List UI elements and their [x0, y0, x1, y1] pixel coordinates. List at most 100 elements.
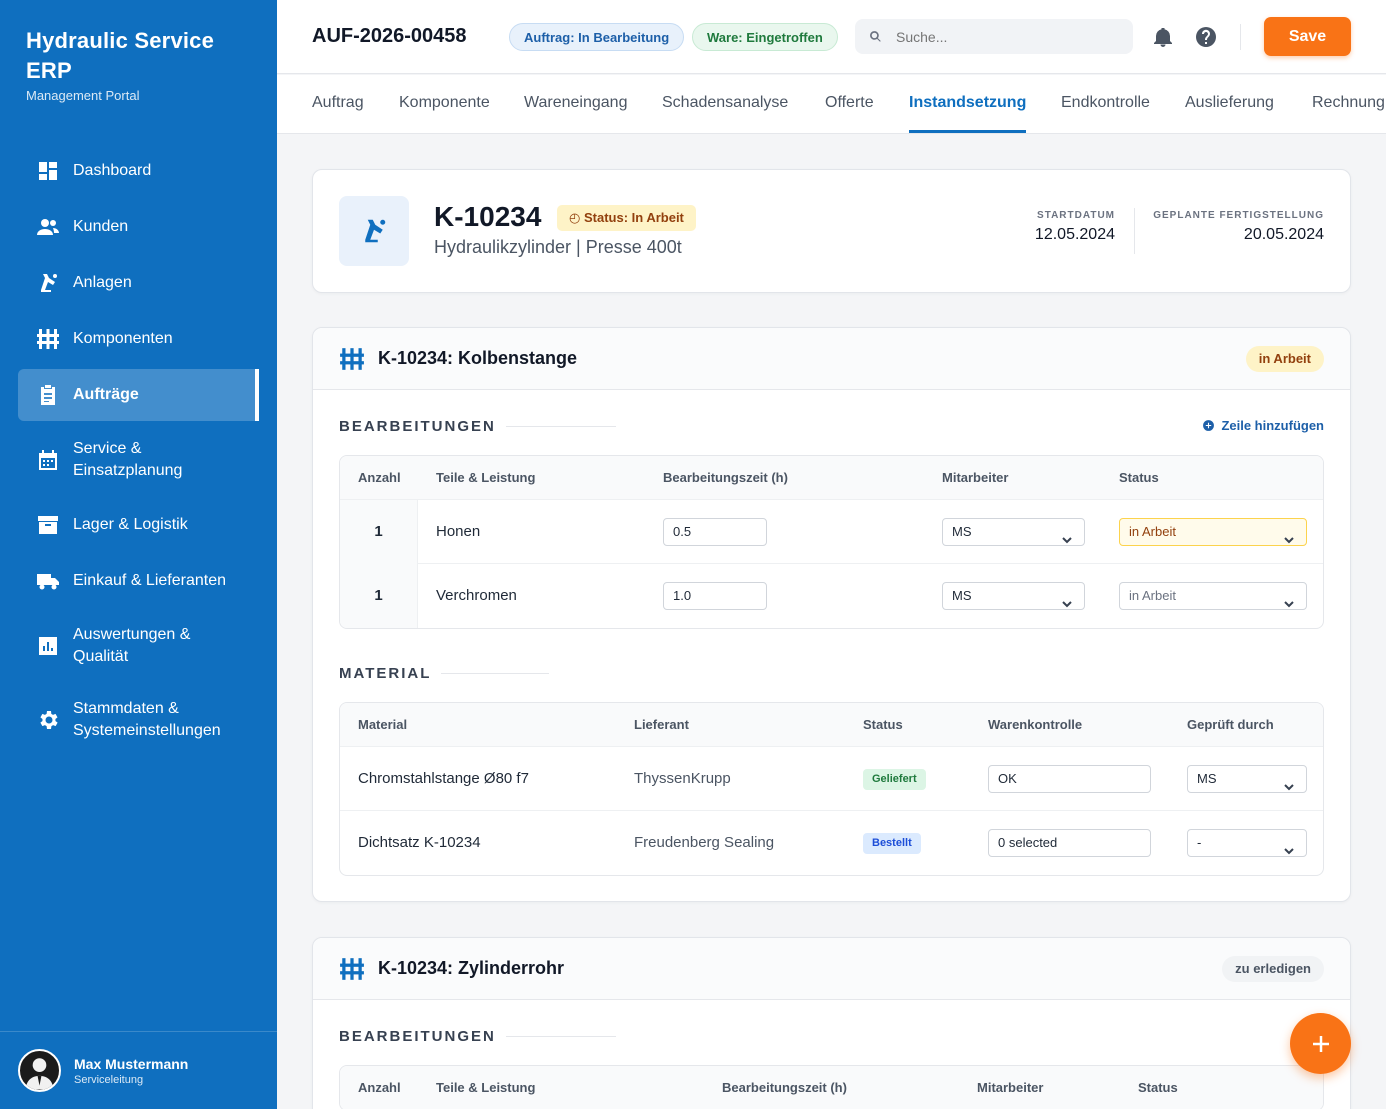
person-icon: [25, 1058, 54, 1090]
sidebar-nav: Dashboard Kunden Anlagen Komponenten Auf…: [18, 145, 259, 759]
save-button[interactable]: Save: [1264, 17, 1351, 56]
employee-select[interactable]: MS: [942, 518, 1085, 546]
column-header: Status: [863, 717, 903, 732]
column-header: Teile & Leistung: [436, 1080, 536, 1095]
tab-auslieferung[interactable]: Auslieferung: [1185, 75, 1274, 133]
sidebar-item-auswertungen[interactable]: Auswertungen & Qualität: [18, 611, 259, 681]
heading-line: [441, 673, 550, 674]
components-icon: [35, 326, 61, 352]
sidebar: Hydraulic Service ERP Management Portal …: [0, 0, 277, 1109]
work-table: Anzahl Teile & Leistung Bearbeitungszeit…: [339, 1065, 1324, 1109]
chevron-down-icon: [1284, 592, 1294, 608]
column-header: Warenkontrolle: [988, 717, 1083, 732]
sidebar-item-auftraege[interactable]: Aufträge: [18, 369, 259, 421]
order-id: AUF-2026-00458: [312, 25, 467, 47]
component-description: Hydraulikzylinder | Presse 400t: [434, 237, 682, 257]
components-icon: [339, 346, 365, 372]
table-row: Dichtsatz K-10234 Freudenberg Sealing Be…: [340, 811, 1323, 875]
heading-line: [505, 426, 616, 427]
section-zylinderrohr: K-10234: Zylinderrohr zu erledigen BEARB…: [312, 937, 1351, 1109]
section-status-badge: in Arbeit: [1245, 346, 1324, 372]
tab-rechnung[interactable]: Rechnung: [1312, 75, 1385, 133]
chevron-down-icon: [1284, 528, 1294, 544]
checked-by-value: -: [1197, 835, 1202, 850]
components-icon: [339, 956, 365, 982]
work-heading: BEARBEITUNGEN: [339, 418, 616, 435]
sidebar-item-einkauf[interactable]: Einkauf & Lieferanten: [18, 555, 259, 607]
column-header: Mitarbeiter: [977, 1080, 1044, 1095]
table-header: Material Lieferant Status Warenkontrolle…: [340, 703, 1323, 747]
section-title: K-10234: Kolbenstange: [378, 348, 578, 368]
employee-select-value: MS: [952, 588, 972, 603]
material-heading-text: MATERIAL: [339, 665, 432, 682]
status-select[interactable]: in Arbeit: [1119, 582, 1307, 610]
sidebar-item-service[interactable]: Service & Einsatzplanung: [18, 425, 259, 495]
status-select[interactable]: in Arbeit: [1119, 518, 1307, 546]
column-header: Bearbeitungszeit (h): [663, 470, 788, 485]
sidebar-item-komponenten[interactable]: Komponenten: [18, 313, 259, 365]
goods-check-input[interactable]: OK: [988, 765, 1151, 793]
column-header: Anzahl: [358, 470, 401, 485]
brand: Hydraulic Service ERP Management Portal: [26, 26, 256, 103]
chevron-down-icon: [1062, 592, 1072, 608]
dashboard-icon: [35, 158, 61, 184]
goods-check-input[interactable]: 0 selected: [988, 829, 1151, 857]
add-row-button[interactable]: Zeile hinzufügen: [1202, 418, 1324, 433]
robot-arm-icon: [339, 196, 409, 266]
supplier-cell: ThyssenKrupp: [634, 770, 731, 787]
sidebar-item-label: Komponenten: [73, 330, 173, 347]
sidebar-item-lager[interactable]: Lager & Logistik: [18, 499, 259, 551]
plus-icon: [1312, 1035, 1329, 1052]
start-date-value: 12.05.2024: [1034, 226, 1115, 243]
header-divider: [1240, 24, 1241, 50]
supplier-cell: Freudenberg Sealing: [634, 834, 775, 851]
user-profile[interactable]: Max Mustermann Serviceleitung: [0, 1031, 277, 1109]
gear-icon: [35, 707, 61, 733]
tab-offerte[interactable]: Offerte: [825, 75, 874, 133]
sidebar-item-stammdaten[interactable]: Stammdaten & Systemeinstellungen: [18, 685, 259, 755]
employee-select-value: MS: [952, 524, 972, 539]
truck-icon: [35, 568, 61, 594]
material-status-badge: Geliefert: [863, 769, 926, 790]
sidebar-item-dashboard[interactable]: Dashboard: [18, 145, 259, 197]
help-icon[interactable]: [1193, 24, 1219, 50]
robot-arm-icon: [35, 270, 61, 296]
search-box: [855, 19, 1133, 54]
column-header: Geprüft durch: [1187, 717, 1274, 732]
tab-instandsetzung[interactable]: Instandsetzung: [909, 75, 1027, 133]
date-divider: [1134, 208, 1135, 254]
component-status-text: Status: In Arbeit: [583, 210, 684, 225]
material-table: Material Lieferant Status Warenkontrolle…: [339, 702, 1324, 876]
app-subtitle: Management Portal: [26, 88, 140, 103]
work-heading-text: BEARBEITUNGEN: [339, 1028, 496, 1045]
sidebar-item-kunden[interactable]: Kunden: [18, 201, 259, 253]
section-kolbenstange: K-10234: Kolbenstange in Arbeit BEARBEIT…: [312, 327, 1351, 902]
table-row: 1 Verchromen 1.0 MS in Arbeit: [340, 564, 1323, 628]
work-heading-text: BEARBEITUNGEN: [339, 418, 496, 435]
search-icon: [870, 31, 881, 42]
add-fab-button[interactable]: [1290, 1013, 1351, 1074]
tab-endkontrolle[interactable]: Endkontrolle: [1061, 75, 1150, 133]
status-select-value: in Arbeit: [1129, 588, 1176, 603]
tab-komponente[interactable]: Komponente: [399, 75, 490, 133]
sidebar-item-label: Aufträge: [73, 386, 139, 403]
sidebar-item-anlagen[interactable]: Anlagen: [18, 257, 259, 309]
section-status-badge: zu erledigen: [1222, 956, 1324, 982]
tab-auftrag[interactable]: Auftrag: [312, 75, 364, 133]
hours-input[interactable]: 0.5: [663, 518, 767, 546]
hours-input[interactable]: 1.0: [663, 582, 767, 610]
sidebar-item-label: Lager & Logistik: [73, 516, 188, 533]
start-date-label: STARTDATUM: [1037, 210, 1115, 221]
search-input[interactable]: [896, 28, 1116, 45]
tab-schadensanalyse[interactable]: Schadensanalyse: [662, 75, 788, 133]
section-header: K-10234: Kolbenstange in Arbeit: [313, 328, 1350, 390]
component-status-badge: ◴ Status: In Arbeit: [557, 205, 696, 231]
bell-icon[interactable]: [1150, 24, 1176, 50]
top-header: AUF-2026-00458 Auftrag: In Bearbeitung W…: [277, 0, 1386, 74]
checked-by-select[interactable]: -: [1187, 829, 1307, 857]
section-title: K-10234: Zylinderrohr: [378, 958, 565, 978]
user-name: Max Mustermann: [74, 1055, 189, 1072]
employee-select[interactable]: MS: [942, 582, 1085, 610]
checked-by-select[interactable]: MS: [1187, 765, 1307, 793]
tab-wareneingang[interactable]: Wareneingang: [524, 75, 627, 133]
